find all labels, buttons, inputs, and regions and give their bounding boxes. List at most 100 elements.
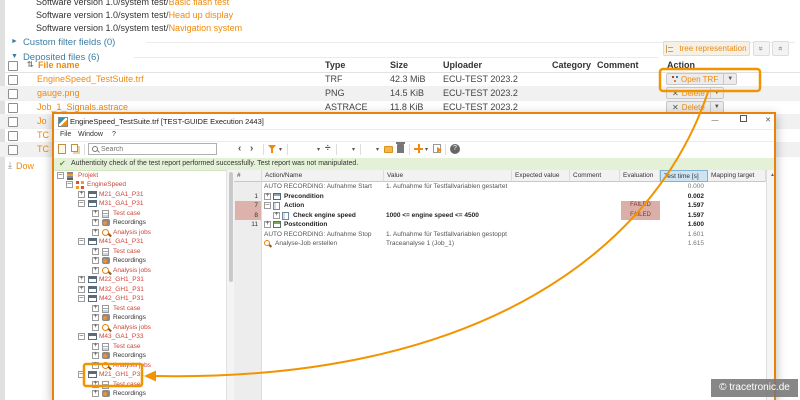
move-icon[interactable]: [414, 144, 423, 153]
report-row[interactable]: 11 + Postcondition 1.600: [234, 220, 766, 230]
tree-item-m43-ga1-p33[interactable]: – M43_GA1_P33: [54, 332, 224, 342]
custom-filter-section-toggle[interactable]: ► Custom filter fields (0): [11, 36, 115, 48]
row-expander-icon[interactable]: –: [264, 201, 271, 209]
nav-back-icon[interactable]: ‹: [238, 143, 241, 155]
dropdown-caret-icon[interactable]: ▾: [279, 146, 282, 153]
tree-item-m21-gh1-p31[interactable]: – M21_GH1_P31: [54, 370, 224, 380]
paste-icon[interactable]: [58, 144, 66, 154]
row-checkbox[interactable]: [8, 145, 18, 155]
report-column-header--[interactable]: #: [234, 170, 262, 182]
tree-expander-icon[interactable]: +: [92, 351, 99, 359]
tree-item-analysis-jobs[interactable]: + Analysis jobs: [54, 266, 224, 276]
folder-icon[interactable]: [384, 146, 393, 153]
tree-item-test-case[interactable]: + Test case: [54, 304, 224, 314]
open-trf-button[interactable]: Open TRF: [666, 73, 725, 85]
tree-expander-icon[interactable]: –: [66, 180, 73, 188]
help-icon[interactable]: ?: [450, 144, 460, 154]
tree-expander-icon[interactable]: +: [92, 389, 99, 397]
report-column-header-mapping-target[interactable]: Mapping target: [708, 170, 766, 182]
tree-item-recordings[interactable]: + Recordings: [54, 218, 224, 228]
tree-expander-icon[interactable]: –: [78, 370, 85, 378]
report-row[interactable]: 7– Action FAILED 1.597: [234, 201, 766, 211]
tree-item-analysis-jobs[interactable]: + Analysis jobs: [54, 228, 224, 238]
tree-scrollbar-thumb[interactable]: [229, 172, 233, 282]
tree-item-analysis-jobs[interactable]: + Analysis jobs: [54, 361, 224, 371]
tree-expander-icon[interactable]: +: [92, 304, 99, 312]
maximize-button[interactable]: [735, 115, 751, 127]
tree-expander-icon[interactable]: +: [78, 275, 85, 283]
tree-item-test-case[interactable]: + Test case: [54, 380, 224, 390]
trash-icon[interactable]: [396, 142, 405, 153]
file-row[interactable]: gauge.png PNG 14.5 KiB ECU-TEST 2023.2 ✕ Dele…: [0, 86, 800, 101]
tree-item-m32-gh1-p31[interactable]: + M32_GH1_P31: [54, 285, 224, 295]
tree-expander-icon[interactable]: –: [78, 332, 85, 340]
download-button[interactable]: ⤓ Dow: [8, 159, 34, 172]
tree-scrollbar[interactable]: [226, 170, 234, 400]
column-header-file-name[interactable]: File name: [38, 58, 80, 72]
row-expander-icon[interactable]: +: [273, 211, 280, 219]
tree-expander-icon[interactable]: +: [92, 256, 99, 264]
tree-expander-icon[interactable]: +: [78, 285, 85, 293]
report-row[interactable]: AUTO RECORDING: Aufnahme Start 1. Aufnahm…: [234, 182, 766, 192]
tree-item-test-case[interactable]: + Test case: [54, 342, 224, 352]
report-row[interactable]: 1 + Precondition 0.002: [234, 192, 766, 202]
tree-item-test-case[interactable]: + Test case: [54, 247, 224, 257]
tree-expander-icon[interactable]: –: [78, 294, 85, 302]
tree-item-analysis-jobs[interactable]: + Analysis jobs: [54, 323, 224, 333]
tree-item-test-case[interactable]: + Test case: [54, 209, 224, 219]
action-dropdown-toggle[interactable]: ▼: [710, 87, 724, 99]
report-scrollbar[interactable]: ▲: [766, 170, 774, 400]
row-expander-icon[interactable]: +: [264, 192, 271, 200]
file-link[interactable]: Jo: [37, 116, 47, 126]
test-case-link[interactable]: Navigation system: [169, 23, 243, 33]
delete-button[interactable]: ✕ Delete: [666, 87, 711, 99]
file-link[interactable]: EngineSpeed_TestSuite.trf: [37, 74, 144, 84]
tree-expander-icon[interactable]: +: [92, 323, 99, 331]
file-link[interactable]: gauge.png: [37, 88, 80, 98]
tree-item-projekt[interactable]: – Projekt: [54, 171, 224, 181]
report-row[interactable]: AUTO RECORDING: Aufnahme Stop 1. Aufnahme…: [234, 230, 766, 240]
tree-expander-icon[interactable]: +: [92, 266, 99, 274]
tree-expander-icon[interactable]: +: [92, 247, 99, 255]
dropdown-caret-icon[interactable]: ▾: [425, 146, 428, 153]
tree-item-m41-ga1-p31[interactable]: – M41_GA1_P31: [54, 237, 224, 247]
tree-item-m21-ga1-p31[interactable]: + M21_GA1_P31: [54, 190, 224, 200]
close-button[interactable]: ✕: [760, 115, 776, 127]
search-input[interactable]: [101, 145, 213, 153]
menu-file[interactable]: File: [60, 129, 71, 141]
tree-expander-icon[interactable]: +: [78, 190, 85, 198]
nav-forward-icon[interactable]: ›: [250, 143, 253, 155]
tree-expander-icon[interactable]: +: [92, 342, 99, 350]
file-link[interactable]: TC: [37, 144, 49, 154]
filter-icon[interactable]: [268, 144, 276, 154]
file-row[interactable]: EngineSpeed_TestSuite.trf TRF 42.3 MiB ECU-…: [0, 72, 800, 87]
sort-icon[interactable]: ⇅: [27, 58, 34, 72]
row-checkbox[interactable]: [8, 75, 18, 85]
expand-all-button[interactable]: »: [772, 41, 789, 56]
tree-expander-icon[interactable]: +: [92, 218, 99, 226]
tree-item-enginespeed[interactable]: – EngineSpeed: [54, 180, 224, 190]
menu-help[interactable]: ?: [112, 129, 116, 141]
minimize-button[interactable]: —: [707, 115, 723, 127]
report-column-header-evaluation[interactable]: Evaluation: [620, 170, 660, 182]
row-checkbox[interactable]: [8, 89, 18, 99]
tree-expander-icon[interactable]: +: [92, 380, 99, 388]
test-case-link[interactable]: Head up display: [169, 10, 234, 20]
tree-expander-icon[interactable]: +: [92, 209, 99, 217]
dropdown-caret-icon[interactable]: ▾: [317, 146, 320, 153]
report-row[interactable]: Analyse-Job erstellen Traceanalyse 1 (Job…: [234, 239, 766, 249]
tree-item-m31-ga1-p31[interactable]: – M31_GA1_P31: [54, 199, 224, 209]
tree-item-m42-gh1-p31[interactable]: – M42_GH1_P31: [54, 294, 224, 304]
tree-expander-icon[interactable]: –: [57, 171, 64, 179]
file-link[interactable]: TC: [37, 130, 49, 140]
tree-expander-icon[interactable]: –: [78, 237, 85, 245]
action-dropdown-toggle[interactable]: ▼: [724, 73, 738, 85]
tree-expander-icon[interactable]: +: [92, 228, 99, 236]
report-column-header-value[interactable]: Value: [384, 170, 512, 182]
row-checkbox[interactable]: [8, 131, 18, 141]
tree-expander-icon[interactable]: –: [78, 199, 85, 207]
report-column-header-expected-value[interactable]: Expected value: [512, 170, 570, 182]
tree-item-recordings[interactable]: + Recordings: [54, 256, 224, 266]
window-titlebar[interactable]: EngineSpeed_TestSuite.trf [TEST-GUIDE Ex…: [54, 114, 774, 130]
tree-expander-icon[interactable]: +: [92, 313, 99, 321]
